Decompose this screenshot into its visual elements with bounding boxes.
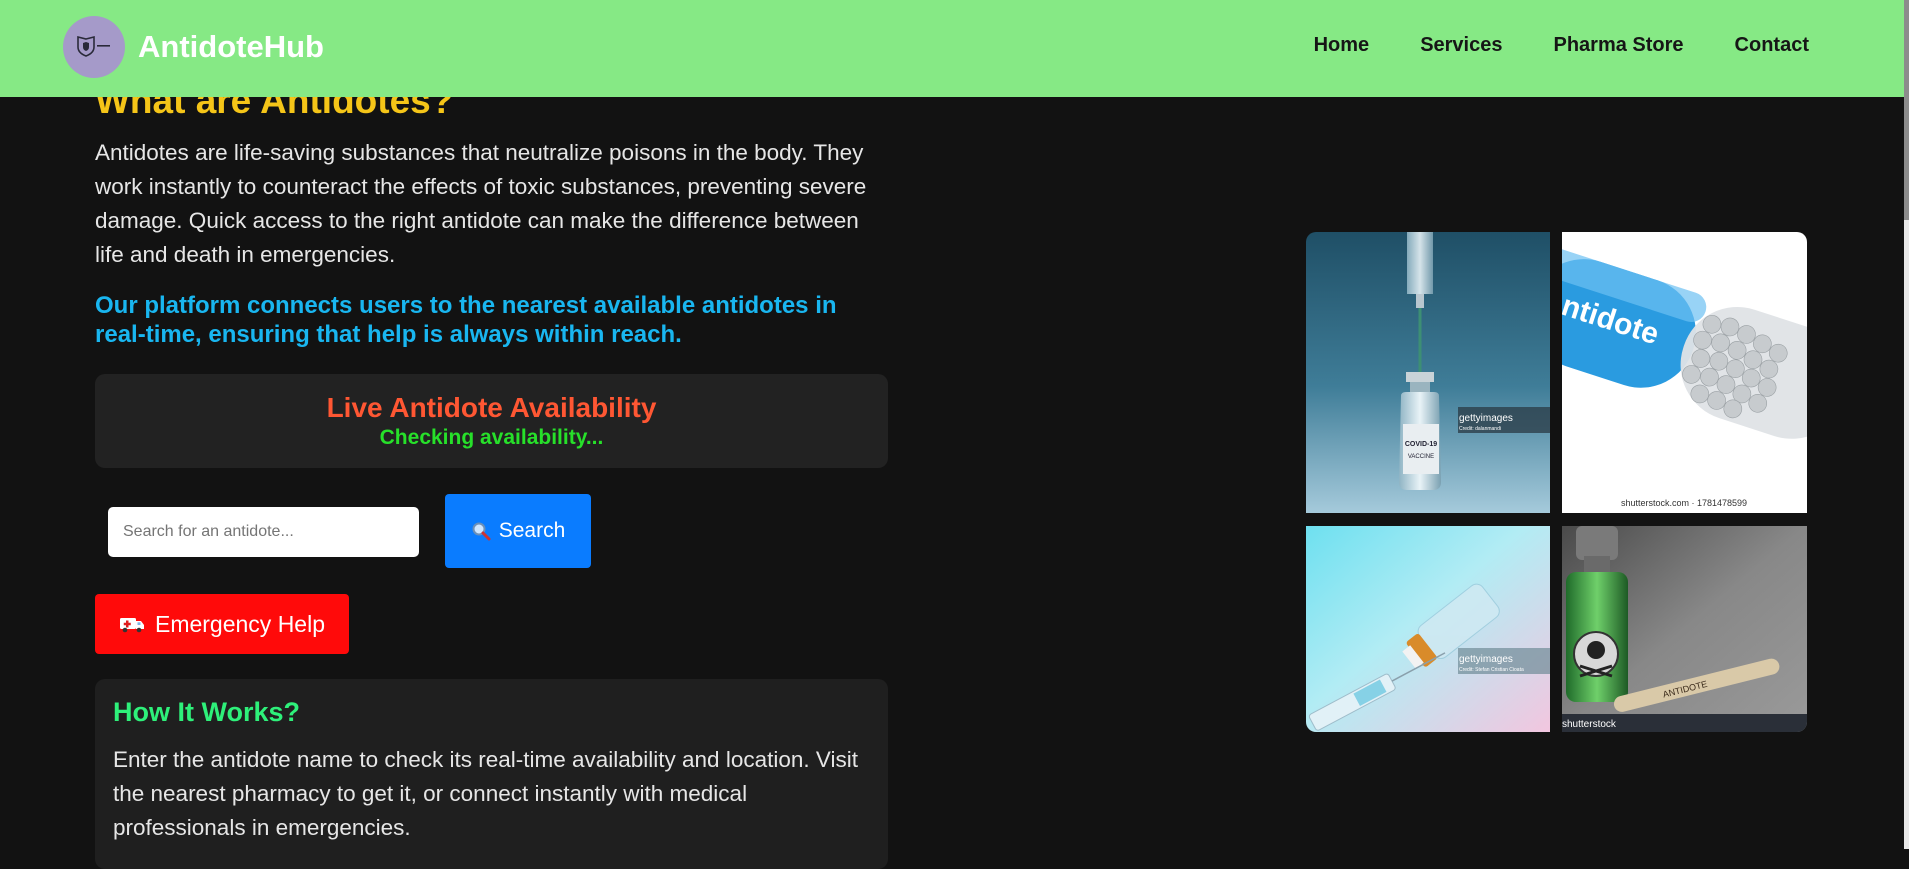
antidote-capsule-image: ntidote shutterstock.com · 1781478599 [1562, 232, 1807, 513]
scrollbar-thumb[interactable] [1904, 0, 1909, 220]
search-button-label: Search [498, 519, 566, 542]
navbar: AntidoteHub Home Services Pharma Store C… [0, 0, 1904, 97]
getty-credit-2: Credit: Stefan Cristian Cioata [1459, 667, 1524, 673]
poison-bottle-image: ANTIDOTE shutterstock [1562, 526, 1807, 732]
getty-credit-1: Credit: dalanmandi [1459, 426, 1501, 432]
shutterstock-watermark-2: shutterstock [1562, 719, 1617, 730]
intro-paragraph: Antidotes are life-saving substances tha… [95, 140, 867, 267]
ambulance-icon [119, 614, 145, 634]
emergency-help-button[interactable]: Emergency Help [95, 594, 349, 654]
search-button[interactable]: Search [445, 494, 591, 568]
getty-watermark-1: gettyimages [1459, 413, 1513, 424]
search-input[interactable] [108, 507, 419, 557]
vaccine-vial-syringe-image: COVID-19 VACCINE gettyimages Credit: dal… [1306, 232, 1550, 513]
magnifier-icon [471, 521, 491, 541]
how-it-works-title: How It Works? [113, 697, 301, 727]
main-nav: Home Services Pharma Store Contact [1263, 34, 1809, 57]
vial-label-top: COVID-19 [1405, 441, 1437, 448]
platform-highlight: Our platform connects users to the neare… [95, 292, 837, 348]
nav-contact[interactable]: Contact [1735, 34, 1809, 57]
nav-services[interactable]: Services [1420, 34, 1502, 57]
logo[interactable]: AntidoteHub [63, 16, 324, 78]
vial-label-bottom: VACCINE [1408, 454, 1434, 460]
page-scrollbar[interactable] [1904, 0, 1909, 849]
getty-watermark-2: gettyimages [1459, 654, 1513, 665]
availability-panel: Live Antidote Availability Checking avai… [95, 374, 888, 468]
emergency-help-label: Emergency Help [154, 610, 326, 637]
shutterstock-watermark-1: shutterstock.com · 1781478599 [1621, 498, 1747, 508]
syringe-vial-pastel-image: gettyimages Credit: Stefan Cristian Cioa… [1306, 526, 1550, 732]
availability-status: Checking availability... [379, 426, 604, 449]
availability-title: Live Antidote Availability [326, 392, 657, 423]
nav-pharma-store[interactable]: Pharma Store [1553, 34, 1683, 57]
shield-logo-icon [63, 16, 125, 78]
image-gallery: COVID-19 VACCINE gettyimages Credit: dal… [1306, 232, 1807, 732]
how-it-works-text: Enter the antidote name to check its rea… [113, 747, 858, 840]
nav-home[interactable]: Home [1314, 34, 1370, 57]
brand-name: AntidoteHub [138, 29, 324, 64]
how-it-works-panel: How It Works? Enter the antidote name to… [95, 679, 888, 869]
